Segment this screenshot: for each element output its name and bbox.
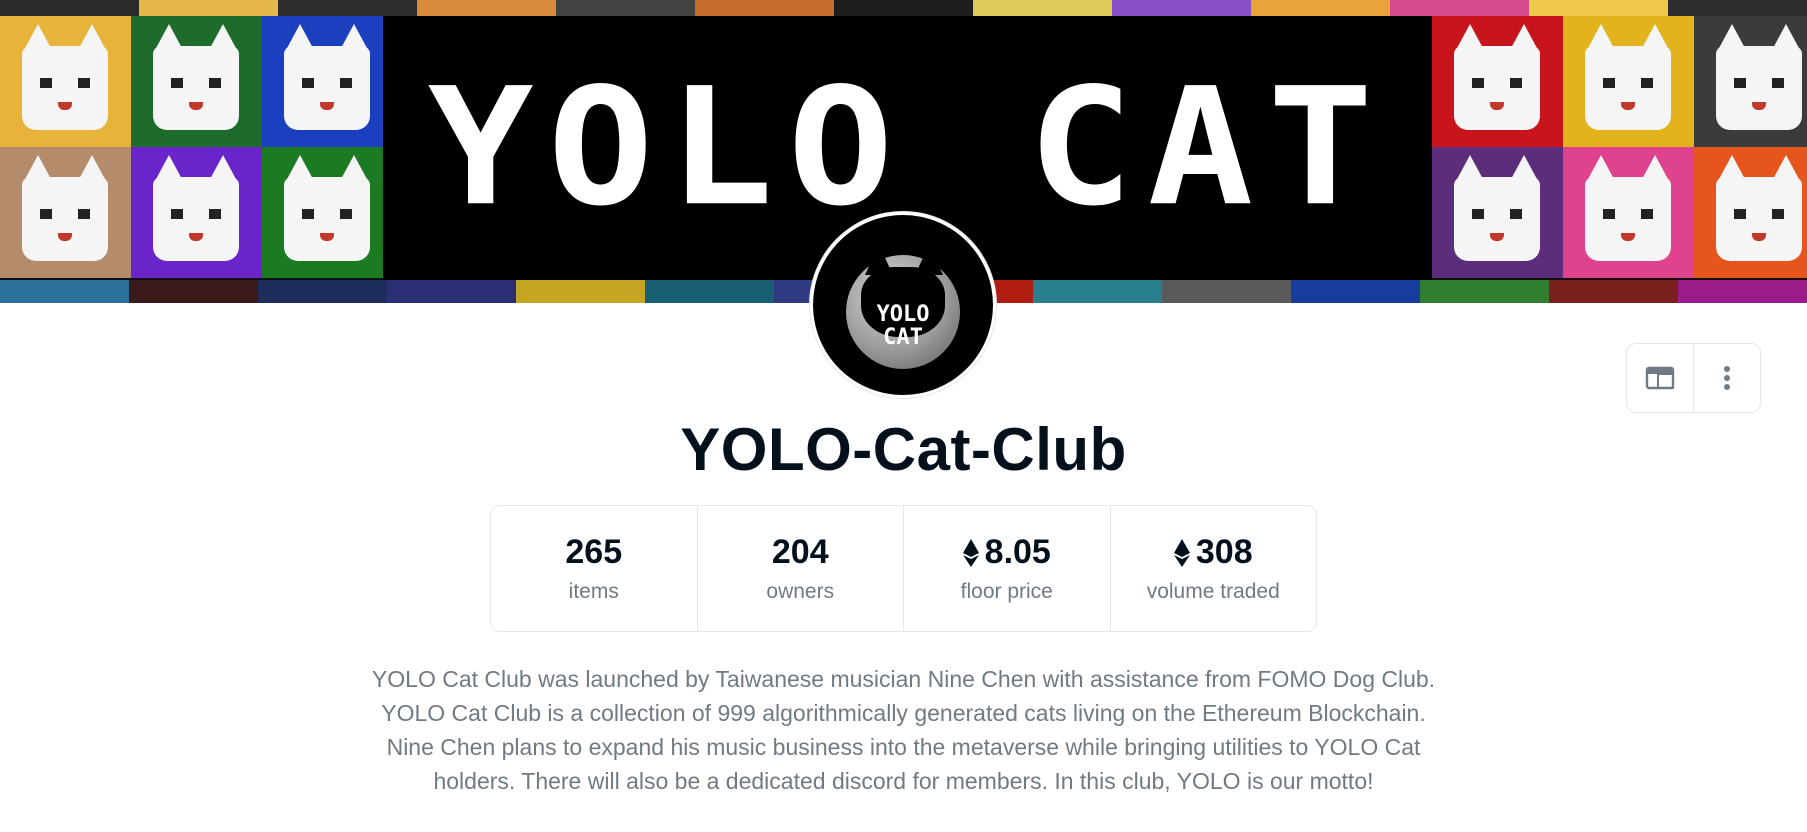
banner-cat-tile xyxy=(0,16,131,147)
cat-face-image xyxy=(153,155,239,261)
banner-strip-tile xyxy=(1390,0,1529,16)
banner-strip-tile xyxy=(1161,280,1291,303)
banner-strip-tile xyxy=(695,0,834,16)
banner-cat-tile xyxy=(1432,16,1563,147)
stat-label: volume traded xyxy=(1146,580,1280,603)
banner-strip-tile xyxy=(645,280,775,303)
banner-top-strip xyxy=(0,0,1807,16)
banner-strip-tile xyxy=(973,0,1112,16)
stat-label: floor price xyxy=(960,580,1053,603)
banner-strip-tile xyxy=(278,0,417,16)
banner-tiles-left-top xyxy=(0,16,393,147)
collection-avatar: YOLO CAT xyxy=(810,212,996,398)
cat-face-image xyxy=(153,24,239,130)
cat-face-image xyxy=(284,155,370,261)
banner-cat-tile xyxy=(131,16,262,147)
cat-face-image xyxy=(1585,155,1671,261)
banner-strip-tile xyxy=(1419,280,1549,303)
banner-tiles-left-bottom xyxy=(0,147,393,278)
browser-window-icon xyxy=(1645,366,1675,390)
banner-strip-tile xyxy=(129,280,259,303)
cat-face-image xyxy=(1585,24,1671,130)
cat-face-image xyxy=(284,24,370,130)
cat-face-image xyxy=(1454,24,1540,130)
cat-face-image xyxy=(22,24,108,130)
ethereum-icon xyxy=(962,538,979,567)
banner-cat-tile xyxy=(0,147,131,278)
collection-actions xyxy=(1626,343,1761,413)
stat-label: owners xyxy=(766,580,835,603)
banner-cat-tile xyxy=(1694,147,1807,278)
cat-face-image xyxy=(1454,155,1540,261)
banner-strip-tile xyxy=(1529,0,1668,16)
collection-title: YOLO-Cat-Club xyxy=(680,416,1127,483)
avatar-image: YOLO CAT xyxy=(813,215,993,395)
avatar-logo-line2: CAT xyxy=(883,325,923,350)
banner-strip-tile xyxy=(516,280,646,303)
banner-cat-tile xyxy=(1432,147,1563,278)
banner-strip-tile xyxy=(1032,280,1162,303)
collection-stats: 265 items 204 owners 8.05 floor price 308 volum… xyxy=(490,505,1317,632)
banner-cat-tile xyxy=(1563,16,1694,147)
collection-description: YOLO Cat Club was launched by Taiwanese … xyxy=(371,666,1436,794)
banner-strip-tile xyxy=(387,280,517,303)
stat-items[interactable]: 265 items xyxy=(491,506,697,631)
banner-strip-tile xyxy=(1112,0,1251,16)
stat-label: items xyxy=(568,580,619,603)
banner-cat-tile xyxy=(262,16,393,147)
stat-value: 265 xyxy=(565,533,622,572)
banner-logo-text: YOLO CAT xyxy=(427,53,1388,242)
banner-cat-tile xyxy=(1694,16,1807,147)
stat-number: 8.05 xyxy=(984,533,1051,571)
avatar-logo-text: YOLO CAT xyxy=(813,303,993,349)
stat-number: 204 xyxy=(771,533,829,571)
stat-number: 265 xyxy=(565,533,623,571)
stat-value: 308 xyxy=(1173,533,1253,572)
banner-strip-tile xyxy=(258,280,388,303)
banner-tiles-right-bottom xyxy=(1432,147,1807,278)
stat-floor-price[interactable]: 8.05 floor price xyxy=(903,506,1110,631)
cat-face-image xyxy=(22,155,108,261)
stat-value: 8.05 xyxy=(962,533,1051,572)
banner-strip-tile xyxy=(1678,280,1807,303)
avatar-logo-line1: YOLO xyxy=(876,302,930,327)
ethereum-icon xyxy=(1173,538,1190,567)
banner-strip-tile xyxy=(139,0,278,16)
stat-volume-traded[interactable]: 308 volume traded xyxy=(1109,506,1317,631)
banner-cat-tile xyxy=(262,147,393,278)
banner-cat-tile xyxy=(131,147,262,278)
layout-toggle-button[interactable] xyxy=(1627,344,1693,412)
stat-number: 308 xyxy=(1195,533,1253,571)
banner-strip-tile xyxy=(0,280,130,303)
stat-owners[interactable]: 204 owners xyxy=(696,506,904,631)
stat-value: 204 xyxy=(772,533,829,572)
banner-strip-tile xyxy=(1290,280,1420,303)
banner-tiles-right-top xyxy=(1432,16,1807,147)
banner-strip-tile xyxy=(0,0,139,16)
cat-face-image xyxy=(1716,24,1802,130)
banner-strip-tile xyxy=(1548,280,1679,303)
more-options-button[interactable] xyxy=(1693,344,1760,412)
banner-strip-tile xyxy=(834,0,973,16)
banner-strip-tile xyxy=(1251,0,1390,16)
collection-page: YOLO CAT YOLO CAT YOLO-Cat-Club 265 item… xyxy=(0,0,1807,832)
banner-cat-tile xyxy=(1563,147,1694,278)
more-vertical-icon xyxy=(1724,366,1730,390)
banner-strip-tile xyxy=(1668,0,1807,16)
banner-strip-tile xyxy=(417,0,556,16)
cat-face-image xyxy=(1716,155,1802,261)
banner-strip-tile xyxy=(556,0,695,16)
